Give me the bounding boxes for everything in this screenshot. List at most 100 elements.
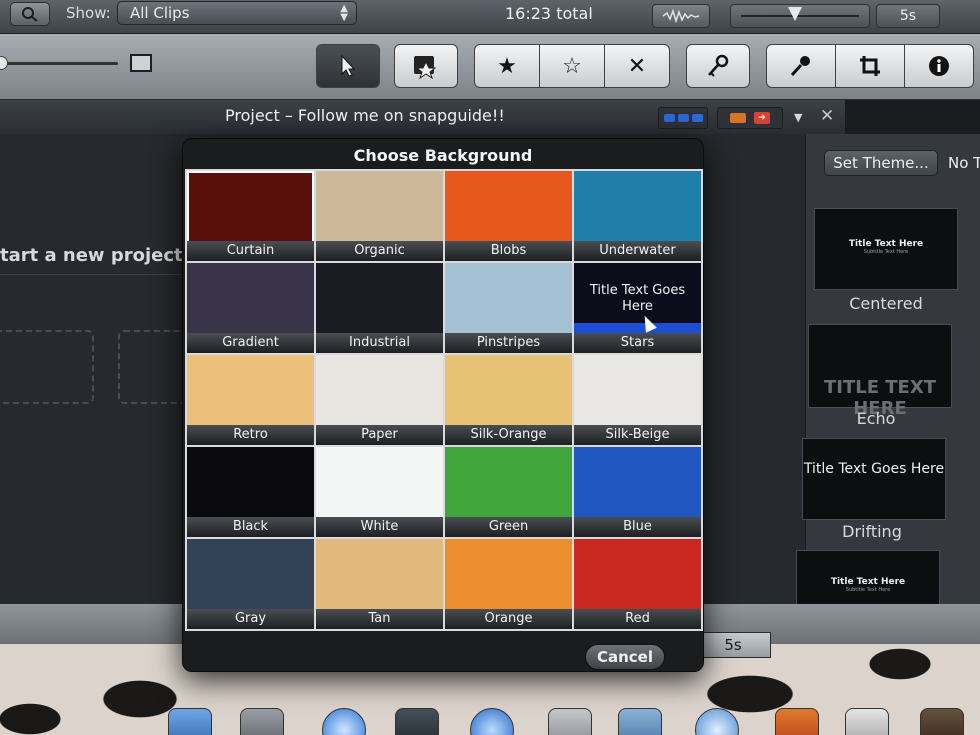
thumb-title-text: Title Text Goes Here <box>803 461 945 477</box>
thumb-subtitle-text: Subtitle Text Here <box>863 249 909 255</box>
tile-label: Blobs <box>445 241 572 261</box>
select-arrows-icon: ▲ ▼ <box>340 3 348 23</box>
finder-dock-icon[interactable] <box>168 708 212 735</box>
set-theme-button[interactable]: Set Theme... <box>824 150 938 176</box>
audio-waveform-button[interactable] <box>652 4 710 28</box>
tile-label: Paper <box>316 425 443 445</box>
background-tile-gray[interactable]: Gray <box>187 539 314 629</box>
search-button[interactable] <box>10 2 50 26</box>
keyword-button[interactable] <box>686 44 750 88</box>
waveform-icon <box>662 8 700 24</box>
background-tile-curtain[interactable]: Curtain <box>187 171 314 261</box>
chevron-down-icon[interactable]: ▼ <box>794 111 802 124</box>
title-label-drifting: Drifting <box>842 522 902 541</box>
tile-label: Orange <box>445 609 572 629</box>
background-tile-industrial[interactable]: Industrial <box>316 263 443 353</box>
background-tile-orange[interactable]: Orange <box>445 539 572 629</box>
zoom-slider-track <box>0 62 118 65</box>
background-tile-silk-beige[interactable]: Silk-Beige <box>574 355 701 445</box>
title-thumb-drifting[interactable]: Title Text Goes Here <box>802 438 946 520</box>
app-dock-icon[interactable] <box>920 708 964 735</box>
photo-booth-dock-icon[interactable] <box>775 708 819 735</box>
crop-clip-button[interactable] <box>394 44 458 88</box>
tile-label: Underwater <box>574 241 701 261</box>
bottom-duration-box[interactable]: 5s <box>695 632 771 658</box>
select-tool-button[interactable] <box>316 44 380 88</box>
title-label-echo: Echo <box>856 409 896 428</box>
background-tile-gradient[interactable]: Gradient <box>187 263 314 353</box>
close-icon[interactable]: ✕ <box>820 106 834 126</box>
thumb-title-text: Title Text Here <box>830 577 906 587</box>
system-preferences-dock-icon[interactable] <box>240 708 284 735</box>
cancel-button[interactable]: Cancel <box>585 644 665 670</box>
mark-favorite-button[interactable]: ★ <box>475 45 540 87</box>
project-hint-text: tart a new project, s <box>0 245 207 266</box>
thumbnail-view-toggle[interactable] <box>658 107 708 129</box>
pages-dock-icon[interactable] <box>618 708 662 735</box>
thumb-dot-icon <box>677 114 689 122</box>
background-tile-retro[interactable]: Retro <box>187 355 314 445</box>
x-icon: ✕ <box>627 53 647 79</box>
background-tile-black[interactable]: Black <box>187 447 314 537</box>
background-tile-blobs[interactable]: Blobs <box>445 171 572 261</box>
slider-knob[interactable] <box>788 7 802 21</box>
reject-button[interactable]: ✕ <box>605 45 669 87</box>
show-clips-select[interactable]: All Clips ▲ ▼ <box>117 1 357 25</box>
tile-horizon <box>574 323 701 333</box>
tile-label: Red <box>574 609 701 629</box>
microphone-icon <box>790 56 810 77</box>
thumb-subtitle-text: Subtitle Text Here <box>845 587 891 593</box>
background-tile-silk-orange[interactable]: Silk-Orange <box>445 355 572 445</box>
title-thumb-centered[interactable]: Title Text Here Subtitle Text Here <box>814 208 958 290</box>
background-tile-green[interactable]: Green <box>445 447 572 537</box>
tile-label: Retro <box>187 425 314 445</box>
tools-button-group <box>766 44 974 88</box>
title-thumb-echo[interactable]: TITLE TEXT HERE <box>808 324 952 419</box>
background-tile-white[interactable]: White <box>316 447 443 537</box>
clip-duration-box[interactable]: 5s <box>876 4 940 28</box>
empty-clip-slot[interactable] <box>0 330 94 404</box>
main-toolbar: ★ ☆ ✕ <box>0 34 980 100</box>
clip-size-slider[interactable] <box>730 4 870 28</box>
thumb-title-text: Title Text Here <box>848 239 924 249</box>
comments-toggle[interactable]: ➔ <box>717 107 783 129</box>
tile-label: Gradient <box>187 333 314 353</box>
tile-label: Blue <box>574 517 701 537</box>
preview-dock-icon[interactable] <box>548 708 592 735</box>
imovie-dock-icon[interactable] <box>395 708 439 735</box>
choose-background-dialog: Choose Background Curtain Organic Blobs Und… <box>182 138 704 672</box>
show-label: Show: <box>66 4 111 22</box>
titles-panel: Set Theme... No T Title Text Here Subtit… <box>796 134 980 634</box>
project-header: Project – Follow me on snapguide!! ➔ ▼ ✕ <box>0 100 845 134</box>
tile-label: Pinstripes <box>445 333 572 353</box>
tile-label: Industrial <box>316 333 443 353</box>
total-duration: 16:23 total <box>505 4 593 23</box>
magnifier-icon <box>22 7 38 22</box>
tile-label: Gray <box>187 609 314 629</box>
zoom-slider-knob[interactable] <box>0 56 8 70</box>
app-dock-icon[interactable] <box>845 708 889 735</box>
inspector-button[interactable] <box>905 45 973 87</box>
tile-label: Curtain <box>187 241 314 261</box>
divider <box>0 274 200 275</box>
unmark-button[interactable]: ☆ <box>540 45 605 87</box>
background-grid: Curtain Organic Blobs Underwater Gradient Ind… <box>185 169 703 631</box>
thumb-dot-icon <box>663 114 675 122</box>
top-bar: Show: All Clips ▲ ▼ 16:23 total 5s <box>0 0 980 34</box>
voiceover-button[interactable] <box>767 45 836 87</box>
clip-add-icon <box>414 56 437 80</box>
background-tile-stars[interactable]: Title Text Goes Here Stars <box>574 263 701 353</box>
tile-label: Silk-Beige <box>574 425 701 445</box>
background-tile-pinstripes[interactable]: Pinstripes <box>445 263 572 353</box>
background-tile-red[interactable]: Red <box>574 539 701 629</box>
crop-button[interactable] <box>836 45 905 87</box>
background-tile-underwater[interactable]: Underwater <box>574 171 701 261</box>
background-tile-blue[interactable]: Blue <box>574 447 701 537</box>
portrait-icon[interactable] <box>130 54 152 72</box>
background-tile-organic[interactable]: Organic <box>316 171 443 261</box>
show-clips-value: All Clips <box>130 4 190 22</box>
background-tile-paper[interactable]: Paper <box>316 355 443 445</box>
background-tile-tan[interactable]: Tan <box>316 539 443 629</box>
outline-star-icon: ☆ <box>562 53 582 79</box>
chapter-marker-icon: ➔ <box>754 112 770 124</box>
